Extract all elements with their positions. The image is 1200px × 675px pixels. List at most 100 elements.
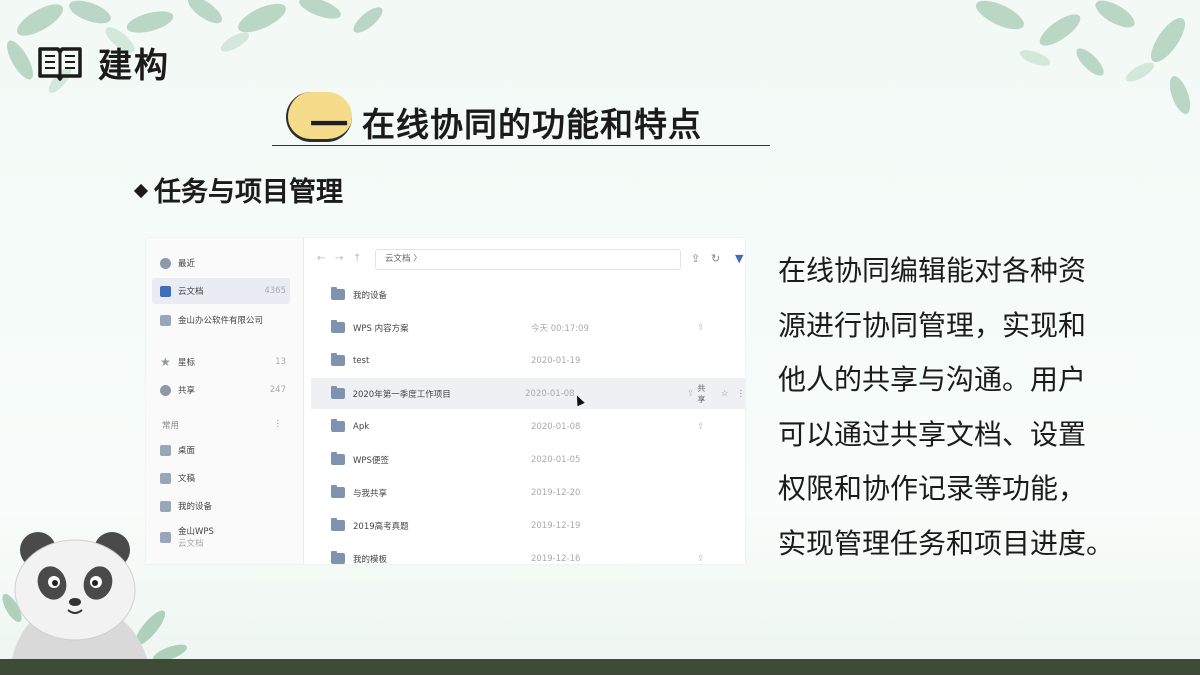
file-name: 2020年第一季度工作项目 — [352, 389, 451, 400]
folder-icon — [331, 287, 345, 300]
cloud-doc-icon — [160, 285, 171, 297]
file-row[interactable]: test 2020-01-19 — [311, 345, 745, 376]
file-row[interactable]: Apk 2020-01-08 ⇪ — [311, 411, 745, 442]
more-vertical-icon[interactable]: ⋮ — [737, 389, 745, 399]
sidebar: 最近 云文档 4365 金山办公软件有限公司 ★ 星标 13 共享 247 常用… — [146, 238, 304, 564]
file-date: 2020-01-19 — [531, 355, 581, 366]
file-name: WPS 内容方案 — [353, 323, 409, 334]
sidebar-item-label: 金山WPS — [178, 527, 214, 537]
paragraph-line: 源进行协同管理，实现和 — [778, 308, 1087, 342]
refresh-icon[interactable]: ↻ — [711, 252, 720, 265]
slide: 建构 一 在线协同的功能和特点 任务与项目管理 最近 云文档 4365 金山办公… — [0, 0, 1200, 675]
file-name: Apk — [353, 421, 370, 432]
file-row[interactable]: 2020年第一季度工作项目 2020-01-08 ⇪ 共享 ☆ ⋮ — [311, 378, 745, 409]
file-date: 2019-12-19 — [531, 520, 581, 531]
sidebar-item-shared[interactable]: 共享 247 — [152, 377, 290, 403]
forward-arrow-icon[interactable]: → — [335, 253, 343, 264]
share-icon[interactable]: ⇪ — [697, 323, 705, 333]
file-row[interactable]: 我的模板 2019-12-16 ⇪ — [311, 543, 745, 564]
file-row[interactable]: WPS 内容方案 今天 00:17:09 ⇪ — [311, 312, 745, 343]
slide-header: 建构 — [36, 38, 170, 87]
app-screenshot: 最近 云文档 4365 金山办公软件有限公司 ★ 星标 13 共享 247 常用… — [146, 238, 745, 564]
description-paragraph: 在线协同编辑能对各种资 源进行协同管理，实现和 他人的共享与沟通。用户 可以通过… — [778, 244, 1138, 571]
up-arrow-icon[interactable]: ↑ — [353, 253, 361, 264]
paragraph-line: 在线协同编辑能对各种资 — [778, 254, 1087, 287]
section-title-bar: 一 在线协同的功能和特点 — [272, 84, 770, 147]
folder-icon — [331, 419, 345, 432]
folder-icon — [331, 386, 345, 399]
sidebar-item-label: 金山办公软件有限公司 — [178, 316, 264, 326]
file-date: 今天 00:17:09 — [531, 323, 589, 334]
folder-icon — [331, 518, 345, 531]
share-users-icon — [160, 384, 171, 396]
subheading: 任务与项目管理 — [133, 170, 343, 209]
sidebar-item-label: 文稿 — [178, 474, 196, 484]
folder-icon — [331, 551, 345, 564]
toolbar: ← → ↑ 云文档 〉 ⇪ ↻ ▼ — [305, 248, 745, 272]
share-icon[interactable]: ⇪ — [697, 554, 705, 564]
sidebar-item-label: 最近 — [178, 259, 196, 269]
star-outline-icon[interactable]: ☆ — [721, 389, 729, 399]
share-icon[interactable]: ⇪ — [687, 389, 695, 399]
filter-icon[interactable]: ▼ — [735, 252, 743, 265]
device-icon — [160, 500, 171, 512]
file-name: 与我共享 — [353, 488, 388, 499]
header-title: 建构 — [98, 46, 170, 86]
sidebar-item-label-block: 金山WPS 云文档 — [178, 525, 290, 549]
file-row[interactable]: 与我共享 2019-12-20 — [311, 477, 745, 508]
share-label[interactable]: 共享 — [697, 383, 713, 405]
folder-icon — [331, 320, 345, 333]
section-number-badge: 一 — [286, 92, 352, 147]
file-date: 2019-12-16 — [531, 553, 581, 564]
sidebar-item-label: 星标 — [178, 358, 196, 368]
file-name: 我的模板 — [353, 554, 388, 565]
paragraph-line: 实现管理任务和项目进度。 — [778, 526, 1115, 560]
sidebar-item-my-devices[interactable]: 我的设备 — [152, 493, 290, 519]
folder-icon — [331, 353, 345, 366]
sidebar-item-count: 4365 — [264, 286, 286, 296]
file-row[interactable]: 2019高考真题 2019-12-19 — [311, 510, 745, 541]
sidebar-item-cloud-docs[interactable]: 云文档 4365 — [152, 278, 290, 304]
doc-folder-icon — [160, 472, 171, 484]
file-name: 2019高考真题 — [353, 521, 409, 532]
section-number: 一 — [310, 103, 349, 147]
sidebar-item-label: 共享 — [178, 386, 196, 396]
sidebar-item-company[interactable]: 金山办公软件有限公司 — [152, 307, 290, 333]
paragraph-line: 他人的共享与沟通。用户 — [778, 363, 1087, 396]
star-icon: ★ — [160, 354, 171, 369]
sidebar-group-header: 常用 ⋮ — [162, 419, 282, 431]
upload-icon[interactable]: ⇪ — [691, 252, 700, 265]
file-row[interactable]: 我的设备 — [311, 279, 745, 310]
sidebar-item-label: 桌面 — [178, 446, 196, 456]
subheading-text: 任务与项目管理 — [154, 177, 343, 208]
sidebar-item-recent[interactable]: 最近 — [152, 250, 290, 276]
section-title: 在线协同的功能和特点 — [362, 105, 702, 144]
panda-illustration — [2, 532, 188, 668]
paragraph-line: 权限和协作记录等功能， — [778, 472, 1087, 505]
sidebar-item-count: 13 — [275, 357, 286, 367]
sidebar-item-label: 我的设备 — [178, 502, 213, 512]
file-date: 2019-12-20 — [531, 487, 581, 498]
desktop-icon — [160, 444, 171, 456]
back-arrow-icon[interactable]: ← — [317, 253, 325, 264]
file-name: WPS便签 — [353, 455, 389, 466]
sidebar-group-label: 常用 — [162, 421, 180, 431]
leaves-decoration-top-right — [976, 0, 1191, 114]
clock-icon — [160, 257, 171, 269]
sidebar-item-documents[interactable]: 文稿 — [152, 465, 290, 491]
paragraph-line: 可以通过共享文档、设置 — [778, 417, 1087, 451]
share-icon[interactable]: ⇪ — [697, 422, 705, 432]
path-breadcrumb[interactable]: 云文档 〉 — [375, 249, 681, 270]
file-row[interactable]: WPS便签 2020-01-05 — [311, 444, 745, 475]
file-name: test — [353, 355, 370, 366]
diamond-bullet-icon — [133, 183, 149, 198]
file-date: 2020-01-05 — [531, 454, 581, 465]
file-name: 我的设备 — [353, 290, 388, 301]
sidebar-item-desktop[interactable]: 桌面 — [152, 437, 290, 463]
more-vertical-icon[interactable]: ⋮ — [274, 419, 283, 431]
sidebar-item-sublabel: 云文档 — [178, 539, 204, 549]
file-date: 2020-01-08 — [525, 388, 575, 399]
sidebar-item-count: 247 — [269, 385, 286, 395]
sidebar-item-starred[interactable]: ★ 星标 13 — [152, 349, 290, 375]
folder-icon — [331, 485, 345, 498]
